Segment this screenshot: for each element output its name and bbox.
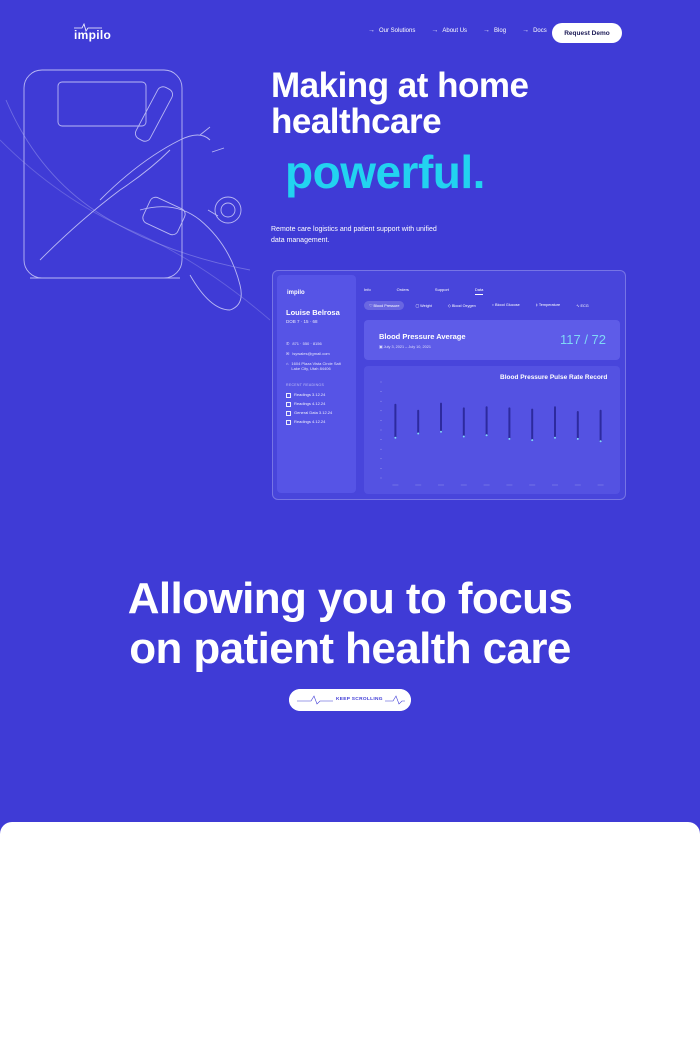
pulse-point — [531, 439, 534, 442]
keep-scrolling-label: KEEP SCROLLING — [336, 697, 383, 702]
patient-phone: ✆ 871 · 550 · 8156 — [286, 341, 322, 346]
tab-support[interactable]: Support — [435, 287, 449, 295]
chip-temperature[interactable]: ‡ Temperature — [531, 301, 565, 310]
bp-average-value: 117 / 72 — [560, 332, 607, 347]
date-range-text: July 3, 2021 – July 10, 2021 — [383, 345, 431, 349]
main-nav: → Our Solutions → About Us → Blog → Docs — [368, 27, 547, 34]
patient-email: ✉ lsywales@gmail.com — [286, 351, 330, 356]
pulse-point — [417, 432, 420, 435]
logo[interactable]: impilo — [74, 28, 111, 42]
reading-item[interactable]: Readings 4.12.24 — [286, 419, 325, 425]
pulse-point — [462, 435, 465, 438]
reading-item[interactable]: General Data 3.12.24 — [286, 410, 332, 416]
chip-label: Blood Glucose — [495, 303, 520, 307]
content-panel — [0, 822, 700, 1050]
nav-blog[interactable]: → Blog — [483, 27, 506, 34]
chip-label: Weight — [420, 304, 432, 308]
nav-label: Our Solutions — [379, 27, 416, 34]
section-title: Allowing you to focus on patient health … — [0, 574, 700, 674]
tablet-outline — [23, 69, 183, 279]
nav-label: Blog — [494, 27, 507, 34]
tab-orders[interactable]: Orders — [397, 287, 409, 295]
request-demo-button[interactable]: Request Demo — [552, 23, 622, 43]
location-icon: ⌂ — [286, 361, 289, 366]
reading-label: Readings 4.12.24 — [294, 401, 326, 406]
nav-about-us[interactable]: → About Us — [431, 27, 467, 34]
arrow-right-icon: → — [431, 27, 439, 34]
mail-icon: ✉ — [286, 351, 290, 356]
hero-title-line1: Making at home — [271, 66, 529, 105]
arrow-right-icon: → — [483, 27, 491, 34]
chip-ecg[interactable]: ∿ ECG — [571, 301, 593, 310]
bp-average-title: Blood Pressure Average — [379, 332, 466, 341]
reading-item[interactable]: Readings 3.12.24 — [286, 392, 325, 398]
chip-label: ECG — [580, 304, 589, 308]
tab-data[interactable]: Data — [474, 287, 484, 295]
document-icon — [286, 410, 291, 416]
address-text: 1604 Plaza Vista Circle Salt Lake City, … — [291, 361, 341, 371]
pulse-point — [440, 430, 442, 433]
nav-label: Docs — [533, 27, 547, 34]
patient-dob: DOB 7 · 15 · 68 — [286, 319, 318, 324]
stethoscope-head-outline — [214, 196, 242, 224]
chip-blood-glucose[interactable]: ○ Blood Glucose — [487, 301, 525, 310]
document-icon — [286, 419, 291, 425]
arrow-right-icon: → — [522, 27, 530, 34]
pulse-point — [576, 437, 579, 440]
nav-our-solutions[interactable]: → Our Solutions — [368, 27, 415, 34]
pulse-point — [394, 436, 397, 439]
tablet-screen — [57, 81, 147, 127]
hero-title: Making at home healthcare — [271, 66, 529, 141]
arrow-right-icon: → — [368, 27, 375, 34]
document-icon — [286, 392, 291, 398]
tab-info[interactable]: Info — [364, 287, 371, 295]
chip-label: Blood Pressure — [373, 304, 400, 308]
patient-name: Louise Belrosa — [286, 308, 340, 317]
pulse-point — [485, 434, 488, 437]
patient-address: ⌂ 1604 Plaza Vista Circle Salt Lake City… — [286, 361, 348, 371]
section-title-line2: on patient health care — [129, 624, 571, 673]
section-title-line1: Allowing you to focus — [127, 574, 573, 623]
chip-blood-oxygen[interactable]: ◇ Blood Oxygen — [443, 301, 481, 310]
document-icon — [286, 401, 291, 407]
hero-subtitle: Remote care logistics and patient suppor… — [271, 226, 437, 244]
chip-label: Blood Oxygen — [451, 304, 476, 308]
phone-icon: ✆ — [286, 341, 290, 346]
nav-docs[interactable]: → Docs — [522, 27, 547, 34]
hero-accent-word: powerful. — [285, 146, 485, 198]
email-text: lsywales@gmail.com — [292, 351, 330, 356]
reading-label: Readings 4.12.24 — [294, 419, 326, 424]
reading-label: Readings 3.12.24 — [294, 392, 326, 397]
thermometer-outline — [134, 86, 174, 142]
pulse-point — [599, 440, 602, 443]
dashboard-logo: impilo — [287, 290, 305, 296]
metric-chips: ♡ Blood Pressure ▢ Weight ◇ Blood Oxygen… — [364, 301, 594, 310]
pulse-point — [508, 437, 511, 440]
calendar-icon: ▣ — [379, 345, 383, 349]
medical-devices-illustration — [0, 69, 271, 321]
chip-label: Temperature — [538, 303, 561, 307]
chip-weight[interactable]: ▢ Weight — [410, 301, 436, 310]
chip-blood-pressure[interactable]: ♡ Blood Pressure — [364, 301, 405, 310]
phone-text: 871 · 550 · 8156 — [292, 341, 322, 346]
reading-item[interactable]: Readings 4.12.24 — [286, 401, 325, 407]
dashboard-tabs: Info Orders Support Data — [364, 287, 484, 295]
bp-range-chart — [380, 381, 604, 486]
recent-readings-heading: RECENT READINGS — [286, 383, 325, 387]
reading-label: General Data 3.12.24 — [294, 410, 333, 415]
hero-title-line2: healthcare — [271, 102, 442, 141]
pulse-oximeter-outline — [142, 196, 186, 236]
nav-label: About Us — [442, 27, 468, 34]
bp-average-date: ▣ July 3, 2021 – July 10, 2021 — [379, 344, 431, 349]
pulse-point — [554, 436, 556, 439]
